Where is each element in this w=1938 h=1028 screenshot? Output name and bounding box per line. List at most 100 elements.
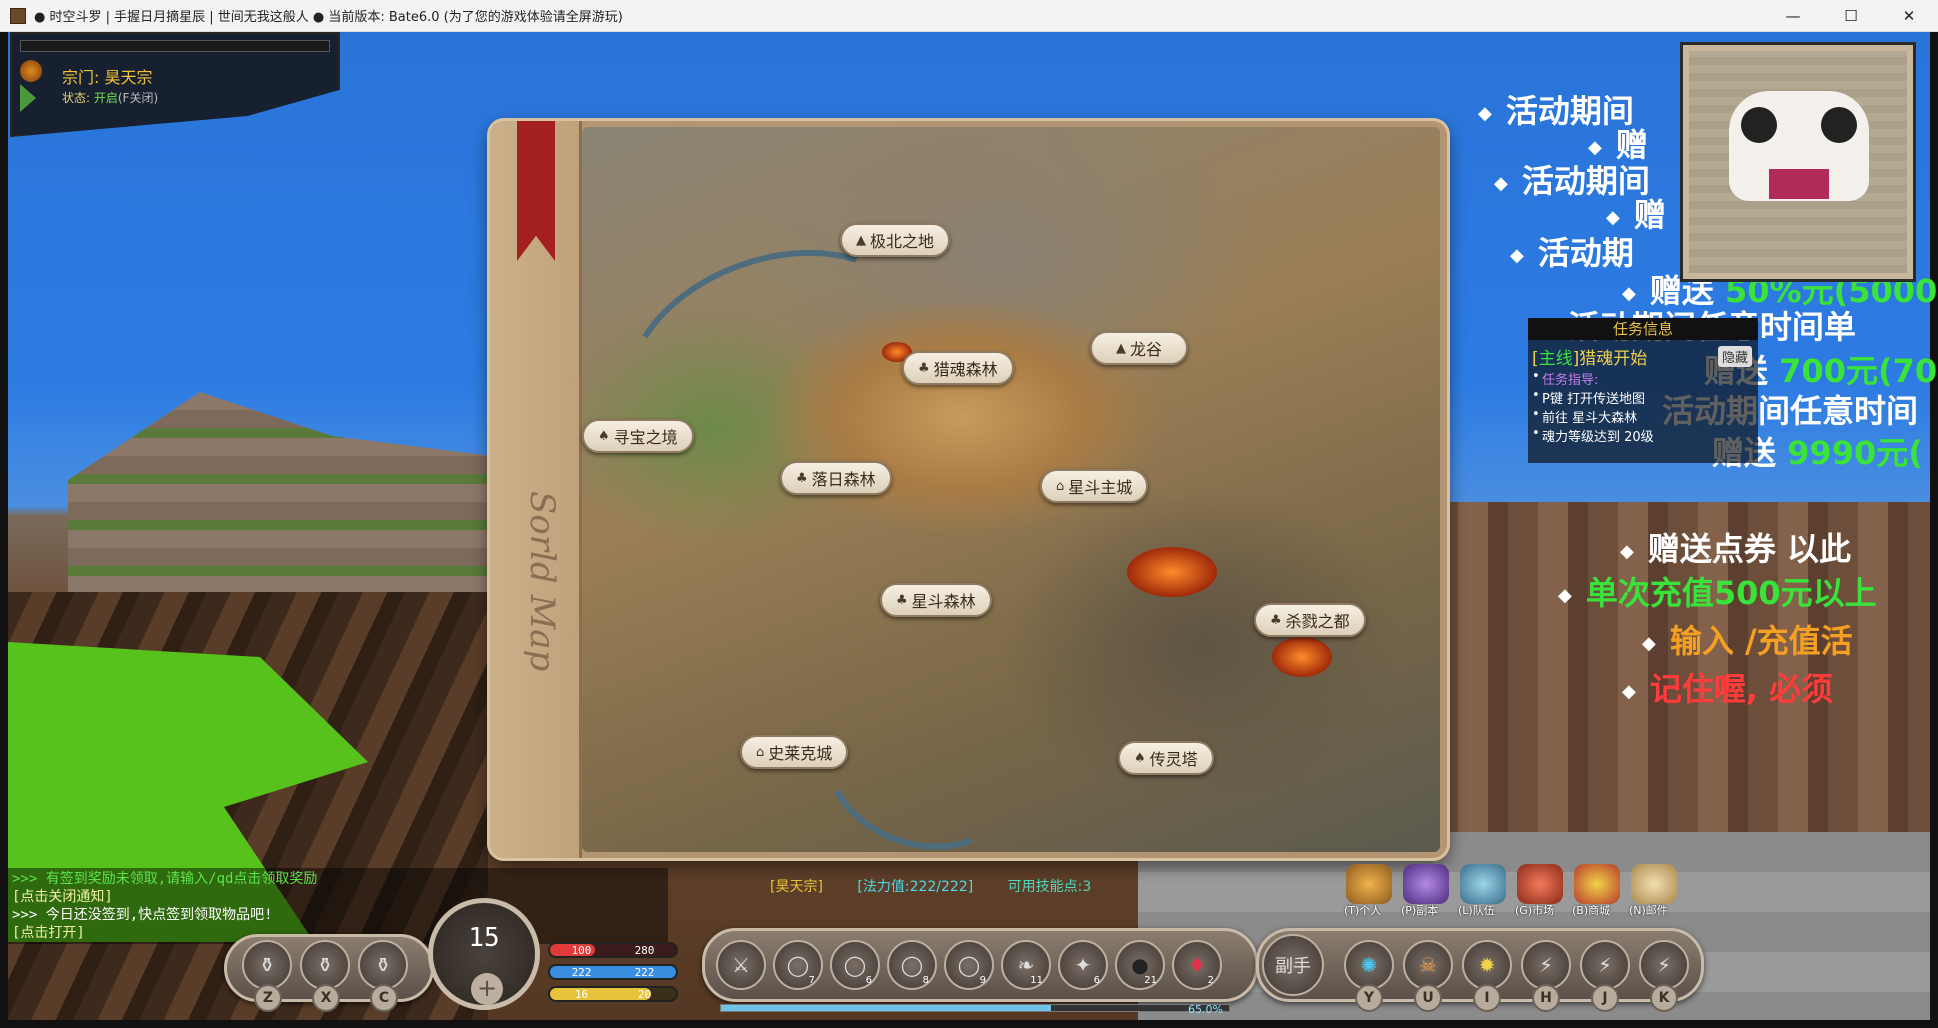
exp-bar	[720, 1004, 1230, 1012]
maximize-button[interactable]: ☐	[1822, 0, 1880, 32]
map-location-star-forest[interactable]: ♣ 星斗森林	[880, 583, 992, 617]
house-icon: ♠	[598, 428, 610, 444]
map-location-shrek[interactable]: ⌂ 史莱克城	[740, 735, 849, 769]
skill-key: I	[1473, 984, 1501, 1012]
burst-icon: ✹	[1478, 953, 1496, 977]
skill-slot[interactable]: ✹	[1462, 940, 1512, 990]
hotbar-slot[interactable]: ⚔	[716, 940, 766, 990]
hotbar-slot[interactable]: ♦ 2	[1172, 940, 1222, 990]
expand-arrow-icon[interactable]	[20, 84, 36, 112]
ring-icon: ◯	[957, 953, 981, 977]
hp-current: 100	[571, 943, 592, 957]
minimize-button[interactable]: —	[1764, 0, 1822, 32]
hotbar-slot[interactable]: ● 21	[1115, 940, 1165, 990]
quest-hide-button[interactable]: 隐藏	[1717, 346, 1752, 367]
potion-key: Z	[254, 984, 282, 1012]
sp-bar: 16 20	[548, 986, 678, 1002]
promo-line: ◆ 活动期	[1510, 234, 1634, 272]
promo-line: ◆ 输入 /充值活	[1642, 622, 1853, 660]
skill-slot[interactable]: ⚡	[1521, 940, 1571, 990]
skill-key: U	[1414, 984, 1442, 1012]
mountain-icon: ▲	[856, 232, 866, 248]
status-sect: [昊天宗]	[770, 879, 823, 895]
skill-key: Y	[1355, 984, 1383, 1012]
hotbar-slot[interactable]: ◯ 6	[830, 940, 880, 990]
sect-status-value: 开启	[93, 91, 118, 105]
potion-slot[interactable]: ⚱	[242, 940, 292, 990]
status-mana: [法力值:222/222]	[857, 879, 974, 895]
minimap-feature	[1769, 169, 1829, 199]
mp-bar: 222 222	[548, 964, 678, 980]
house-icon: ⌂	[756, 744, 765, 760]
minimap[interactable]	[1680, 42, 1916, 282]
market-icon[interactable]	[1517, 864, 1563, 904]
personal-icon[interactable]	[1346, 864, 1392, 904]
menu-label-personal: (T)个人	[1344, 904, 1382, 917]
map-location-sunset-forest[interactable]: ♣ 落日森林	[780, 461, 892, 495]
hotbar-slot[interactable]: ✦ 6	[1058, 940, 1108, 990]
tower-icon: ♠	[1134, 750, 1146, 766]
map-location-slaughter[interactable]: ♣ 杀戮之都	[1254, 603, 1366, 637]
diamond-icon: ◆	[1620, 540, 1634, 562]
hp-max: 280	[634, 943, 655, 957]
hotbar-slot[interactable]: ◯ 9	[944, 940, 994, 990]
dungeon-icon[interactable]	[1403, 864, 1449, 904]
potion-icon: ⚱	[374, 953, 392, 977]
shop-icon[interactable]	[1574, 864, 1620, 904]
offhand-slot[interactable]: 副手	[1262, 934, 1324, 996]
sect-progress-bar	[20, 40, 330, 52]
potion-key: C	[370, 984, 398, 1012]
mail-icon[interactable]	[1631, 864, 1677, 904]
add-point-button[interactable]: +	[471, 973, 503, 1005]
level-orb: 15 +	[428, 898, 540, 1010]
map-location-treasure[interactable]: ♠ 寻宝之境	[582, 419, 694, 453]
app-icon	[10, 7, 26, 24]
map-location-spirit-tower[interactable]: ♠ 传灵塔	[1118, 741, 1214, 775]
skill-slot[interactable]: ⚡	[1639, 940, 1689, 990]
status-line: [昊天宗] [法力值:222/222] 可用技能点:3	[770, 876, 1121, 896]
quest-step: 魂力等级达到 20级	[1528, 426, 1758, 445]
feather-icon: ❧	[1017, 953, 1035, 977]
status-skill-points: 可用技能点:3	[1007, 879, 1092, 895]
slot-count: 6	[1093, 975, 1100, 986]
house-icon: ⌂	[1056, 478, 1065, 494]
quest-header: 任务信息	[1528, 318, 1758, 340]
skill-slot[interactable]: ☠	[1403, 940, 1453, 990]
mountain-icon: ▲	[1116, 340, 1126, 356]
hotbar-slot[interactable]: ◯ 8	[887, 940, 937, 990]
map-location-soul-forest[interactable]: ♣ 猎魂森林	[902, 351, 1014, 385]
map-location-main-city[interactable]: ⌂ 星斗主城	[1040, 469, 1149, 503]
team-icon[interactable]	[1460, 864, 1506, 904]
chat-link-close-notice[interactable]: [点击关闭通知]	[12, 888, 664, 906]
sword-icon: ⚔	[732, 953, 750, 977]
potion-slot[interactable]: ⚱	[300, 940, 350, 990]
hotbar-slot[interactable]: ◯ 7	[773, 940, 823, 990]
map-location-north[interactable]: ▲ 极北之地	[840, 223, 951, 257]
hotbar-slot[interactable]: ❧ 11	[1001, 940, 1051, 990]
world-map-dialog: Sorld Map ▲ 极北之地 ▲ 龙谷 ♣ 猎魂森林 ♠ 寻宝之境 ♣ 落日森林 ⌂ 星…	[490, 121, 1447, 858]
map-area: ▲ 极北之地 ▲ 龙谷 ♣ 猎魂森林 ♠ 寻宝之境 ♣ 落日森林 ⌂ 星斗主城 ♣ 星斗森林 …	[582, 127, 1440, 858]
skill-slot[interactable]: ✺	[1344, 940, 1394, 990]
minimap-feature	[1821, 107, 1857, 143]
ring-icon: ◯	[843, 953, 867, 977]
close-button[interactable]: ✕	[1880, 0, 1938, 32]
diamond-icon: ◆	[1558, 584, 1572, 606]
diamond-icon: ◆	[1510, 244, 1524, 266]
world-building	[68, 392, 508, 612]
slot-count: 7	[808, 975, 815, 986]
diamond-icon: ◆	[1478, 102, 1492, 124]
menu-label-dungeon: (P)副本	[1401, 904, 1439, 917]
minimap-terrain	[1689, 51, 1907, 273]
quest-step: P键 打开传送地图	[1528, 388, 1758, 407]
potion-slot[interactable]: ⚱	[358, 940, 408, 990]
skill-slot[interactable]: ⚡	[1580, 940, 1630, 990]
slot-count: 6	[865, 975, 872, 986]
promo-line: ◆ 赠送点券 以此	[1620, 530, 1851, 568]
level-value: 15	[468, 923, 500, 953]
map-location-dragon-valley[interactable]: ▲ 龙谷	[1090, 331, 1189, 365]
sp-current: 16	[574, 987, 589, 1001]
chat-message: >>> 有签到奖励未领取,请输入/qd点击领取奖励	[12, 871, 318, 887]
tree-icon: ♣	[1270, 612, 1282, 628]
lightning-icon: ⚡	[1538, 953, 1554, 977]
promo-line: ◆ 记住喔, 必须	[1622, 670, 1834, 708]
